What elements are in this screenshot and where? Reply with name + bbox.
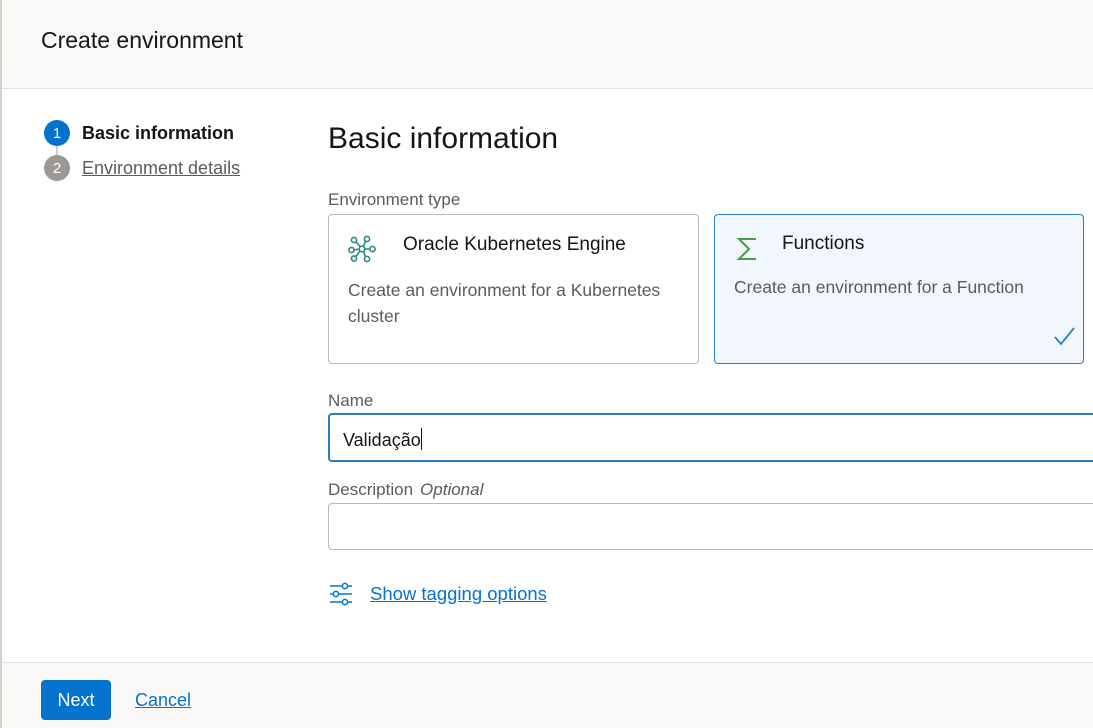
card-title: Oracle Kubernetes Engine: [403, 234, 626, 255]
name-input[interactable]: Validação: [328, 413, 1093, 462]
panel-header: Create environment: [2, 0, 1093, 89]
step-number-badge: 1: [44, 120, 70, 146]
cancel-link[interactable]: Cancel: [135, 690, 191, 711]
card-description: Create an environment for a Function: [734, 277, 1024, 297]
sigma-function-icon: [736, 238, 756, 260]
description-input[interactable]: [328, 503, 1093, 550]
step-label: Basic information: [82, 122, 235, 143]
description-label: Description Optional: [328, 480, 483, 500]
text-caret: [420, 428, 422, 450]
environment-type-label: Environment type: [328, 190, 461, 209]
sliders-icon: [330, 582, 352, 606]
create-environment-panel: Create environment 1 Basic information 2…: [0, 0, 1093, 728]
environment-type-card-functions[interactable]: Functions Create an environment for a Fu…: [714, 214, 1084, 364]
name-label: Name: [328, 391, 374, 410]
tagging-toggle[interactable]: Show tagging options: [329, 581, 547, 607]
panel-footer: Next Cancel: [2, 662, 1093, 728]
checkmark-icon: [1054, 327, 1075, 346]
step-link[interactable]: Environment details: [82, 158, 240, 179]
step-basic-information: 1 Basic information: [44, 120, 234, 146]
description-label-text: Description: [328, 480, 414, 499]
step-environment-details[interactable]: 2 Environment details: [44, 155, 240, 181]
kubernetes-cluster-icon: [348, 235, 376, 263]
card-title: Functions: [782, 233, 865, 254]
section-title: Basic information: [328, 122, 559, 155]
environment-type-card-oke[interactable]: Oracle Kubernetes Engine Create an envir…: [328, 214, 699, 364]
next-button[interactable]: Next: [41, 680, 111, 720]
step-connector: [56, 146, 58, 155]
optional-label: Optional: [420, 480, 484, 499]
step-number-badge: 2: [44, 155, 70, 181]
name-input-value: Validação: [343, 430, 421, 450]
show-tagging-options-link[interactable]: Show tagging options: [370, 583, 547, 605]
panel-title: Create environment: [41, 27, 243, 53]
card-description: Create an environment for a Kubernetes c…: [348, 280, 661, 326]
